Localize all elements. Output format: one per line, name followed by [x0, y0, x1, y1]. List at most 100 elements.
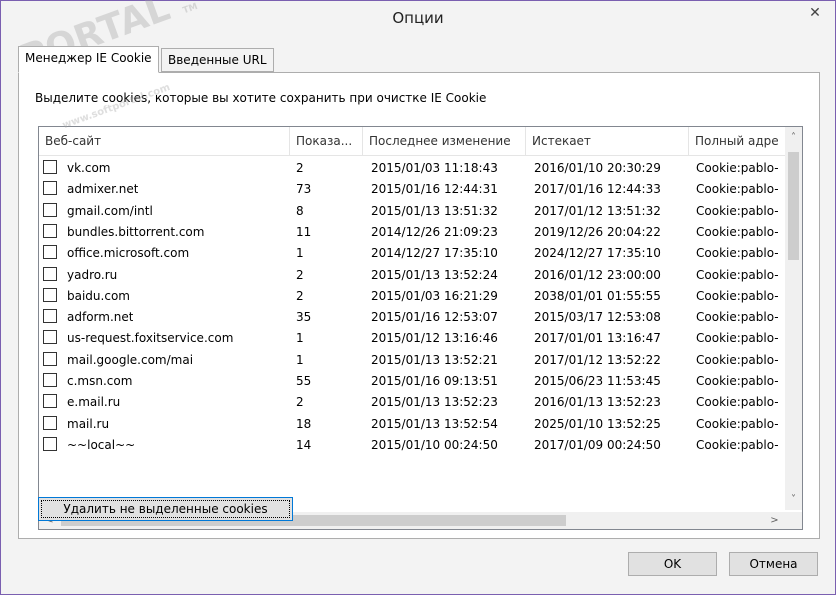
row-checkbox[interactable] [43, 330, 57, 345]
cell-website: e.mail.ru [67, 395, 121, 410]
table-row[interactable]: yadro.ru 2 2015/01/13 13:52:24 2016/01/12 2… [39, 265, 779, 286]
cell-shows: 2 [296, 288, 304, 303]
row-checkbox[interactable] [43, 373, 57, 387]
cell-full-path: Cookie:pablo- [696, 352, 779, 367]
column-header-website[interactable]: Веб-сайт [39, 127, 290, 155]
cell-website: c.msn.com [67, 374, 133, 388]
options-dialog: Опции ✕ Менеджер IE Cookie Введенные URL… [0, 0, 836, 595]
cell-website: us-request.foxitservice.com [67, 331, 234, 346]
cell-full-path: Cookie:pablo- [696, 437, 779, 452]
cell-shows: 11 [296, 224, 312, 239]
cell-modified: 2014/12/26 21:09:23 [371, 224, 498, 239]
row-checkbox[interactable] [43, 394, 57, 409]
instruction-text: Выделите cookies, которые вы хотите сохр… [35, 91, 487, 105]
cell-website: mail.google.com/mai [67, 352, 194, 367]
cell-modified: 2015/01/13 13:51:32 [371, 203, 498, 218]
table-row[interactable]: vk.com 2 2015/01/03 11:18:43 2016/01/10 20:… [39, 158, 779, 179]
cell-modified: 2015/01/10 00:24:50 [371, 437, 498, 452]
cell-full-path: Cookie:pablo- [696, 224, 779, 239]
cell-expires: 2015/06/23 11:53:45 [534, 374, 661, 388]
table-row[interactable]: admixer.net 73 2015/01/16 12:44:31 2017/01/… [39, 179, 779, 200]
cell-website: admixer.net [67, 182, 139, 197]
column-header-expires[interactable]: Истекает [526, 127, 689, 155]
table-row[interactable]: adform.net 35 2015/01/16 12:53:07 2015/03/1… [39, 307, 779, 328]
delete-unselected-cookies-button[interactable]: Удалить не выделенные cookies [38, 497, 293, 521]
column-header-shows[interactable]: Показа... [290, 127, 363, 155]
cell-modified: 2015/01/03 11:18:43 [371, 161, 498, 175]
cell-website: mail.ru [67, 416, 110, 431]
table-row[interactable]: ~~local~~ 14 2015/01/10 00:24:50 2017/01/09… [39, 435, 779, 456]
cell-modified: 2015/01/13 13:52:21 [371, 352, 498, 367]
row-checkbox[interactable] [43, 223, 57, 238]
cancel-button[interactable]: Отмена [729, 552, 818, 576]
cell-website: gmail.com/intl [67, 203, 153, 218]
row-checkbox[interactable] [43, 266, 57, 281]
cell-full-path: Cookie:pablo- [696, 182, 779, 197]
scrollbar-corner [785, 512, 802, 529]
cell-full-path: Cookie:pablo- [696, 161, 779, 175]
cell-modified: 2015/01/13 13:52:54 [371, 416, 498, 431]
table-row[interactable]: baidu.com 2 2015/01/03 16:21:29 2038/01/01 … [39, 286, 779, 307]
table-row[interactable]: mail.google.com/mai 1 2015/01/13 13:52:21 2… [39, 350, 779, 371]
cell-expires: 2016/01/13 13:52:23 [534, 395, 661, 410]
scroll-up-icon[interactable]: ˄ [785, 129, 802, 146]
table-row[interactable]: bundles.bittorrent.com 11 2014/12/26 21:09… [39, 222, 779, 243]
cell-website: yadro.ru [67, 267, 118, 282]
table-row[interactable]: c.msn.com 55 2015/01/16 09:13:51 2015/06/23… [39, 371, 779, 392]
row-checkbox[interactable] [43, 181, 57, 196]
tab-ie-cookie-manager[interactable]: Менеджер IE Cookie [18, 46, 159, 73]
cell-website: bundles.bittorrent.com [67, 224, 205, 239]
cell-website: ~~local~~ [67, 437, 136, 452]
cell-full-path: Cookie:pablo- [696, 246, 779, 261]
cell-modified: 2015/01/13 13:52:24 [371, 267, 498, 282]
cell-website: adform.net [67, 310, 134, 325]
cell-full-path: Cookie:pablo- [696, 267, 779, 282]
cell-shows: 1 [296, 352, 304, 367]
cell-full-path: Cookie:pablo- [696, 374, 779, 388]
cell-full-path: Cookie:pablo- [696, 203, 779, 218]
cell-full-path: Cookie:pablo- [696, 331, 779, 346]
cell-expires: 2024/12/27 17:35:10 [534, 246, 661, 261]
row-checkbox[interactable] [43, 287, 57, 302]
cell-website: office.microsoft.com [67, 246, 190, 261]
vertical-scrollbar[interactable]: ˄ ˅ [785, 127, 802, 510]
scroll-down-icon[interactable]: ˅ [785, 491, 802, 508]
row-checkbox[interactable] [43, 309, 57, 324]
vertical-scroll-thumb[interactable] [788, 152, 799, 260]
table-row[interactable]: e.mail.ru 2 2015/01/13 13:52:23 2016/01/13 … [39, 392, 779, 413]
scroll-right-icon[interactable]: > [766, 512, 783, 529]
ok-button[interactable]: OK [628, 552, 717, 576]
cell-shows: 2 [296, 395, 304, 410]
table-row[interactable]: mail.ru 18 2015/01/13 13:52:54 2025/01/10 1… [39, 414, 779, 435]
cell-shows: 18 [296, 416, 312, 431]
cookie-list[interactable]: Веб-сайт Показа... Последнее изменение И… [38, 126, 803, 530]
row-checkbox[interactable] [43, 160, 57, 174]
cell-modified: 2014/12/27 17:35:10 [371, 246, 498, 261]
cell-modified: 2015/01/12 13:16:46 [371, 331, 498, 346]
cell-full-path: Cookie:pablo- [696, 310, 779, 325]
table-row[interactable]: us-request.foxitservice.com 1 2015/01/12 1… [39, 328, 779, 349]
cell-shows: 14 [296, 437, 312, 452]
row-checkbox[interactable] [43, 351, 57, 366]
row-checkbox[interactable] [43, 202, 57, 217]
row-checkbox[interactable] [43, 436, 57, 451]
cell-expires: 2016/01/12 23:00:00 [534, 267, 661, 282]
cell-expires: 2016/01/10 20:30:29 [534, 161, 661, 175]
table-row[interactable]: office.microsoft.com 1 2014/12/27 17:35:10… [39, 243, 779, 264]
column-header-modified[interactable]: Последнее изменение [363, 127, 526, 155]
cell-modified: 2015/01/16 09:13:51 [371, 374, 498, 388]
cell-modified: 2015/01/03 16:21:29 [371, 288, 498, 303]
table-row[interactable]: gmail.com/intl 8 2015/01/13 13:51:32 2017/0… [39, 201, 779, 222]
cell-full-path: Cookie:pablo- [696, 416, 779, 431]
cell-shows: 8 [296, 203, 304, 218]
cell-modified: 2015/01/16 12:44:31 [371, 182, 498, 197]
cell-expires: 2019/12/26 20:04:22 [534, 224, 661, 239]
close-icon[interactable]: ✕ [801, 1, 829, 25]
cell-shows: 73 [296, 182, 312, 197]
row-checkbox[interactable] [43, 415, 57, 430]
tab-typed-urls[interactable]: Введенные URL [161, 48, 274, 72]
cell-expires: 2017/01/09 00:24:50 [534, 437, 661, 452]
tab-panel: Выделите cookies, которые вы хотите сохр… [18, 72, 820, 539]
cell-website: baidu.com [67, 288, 130, 303]
row-checkbox[interactable] [43, 245, 57, 260]
